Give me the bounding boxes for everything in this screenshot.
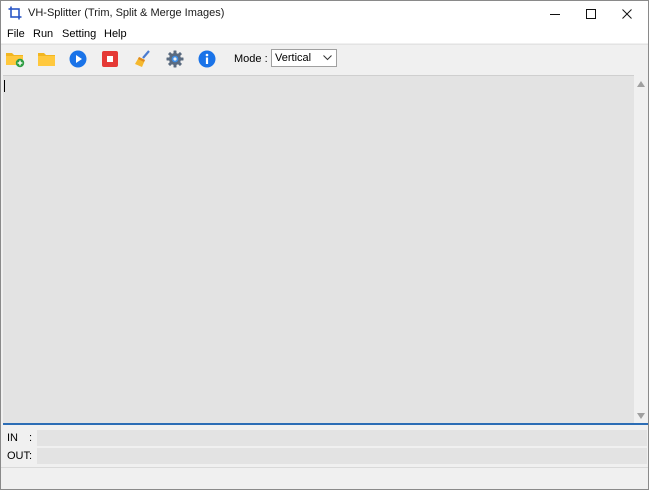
output-label: OUT [7, 450, 31, 462]
input-path-row: IN : [1, 429, 648, 447]
splitter-divider[interactable] [3, 423, 648, 425]
input-path-field [37, 430, 647, 446]
folder-icon [38, 53, 55, 66]
mode-label: Mode : [234, 53, 268, 65]
status-bar [1, 467, 648, 489]
app-icon [8, 6, 22, 20]
add-folder-button[interactable] [3, 48, 25, 70]
menu-run[interactable]: Run [33, 28, 53, 40]
clear-button[interactable] [132, 48, 154, 70]
play-icon [69, 50, 87, 68]
output-colon: : [29, 450, 33, 462]
menu-help[interactable]: Help [104, 28, 127, 40]
vertical-scrollbar[interactable] [634, 75, 648, 423]
title-bar[interactable]: VH-Splitter (Trim, Split & Merge Images) [1, 1, 648, 27]
scroll-up-arrow-icon[interactable] [637, 81, 645, 87]
chevron-down-icon [323, 55, 332, 61]
output-path-row: OUT : [1, 447, 648, 465]
stop-button[interactable] [99, 48, 121, 70]
mode-select[interactable]: Vertical [271, 49, 337, 67]
add-folder-icon [6, 53, 25, 68]
output-path-field [37, 448, 647, 464]
run-button[interactable] [67, 48, 89, 70]
close-icon [622, 9, 632, 19]
broom-icon [135, 50, 150, 67]
minimize-icon [550, 14, 560, 15]
input-colon: : [29, 432, 33, 444]
info-icon [198, 50, 216, 68]
minimize-button[interactable] [537, 1, 573, 27]
menu-file[interactable]: File [7, 28, 25, 40]
maximize-icon [586, 9, 596, 19]
input-label: IN [7, 432, 18, 444]
log-textarea[interactable] [3, 75, 634, 424]
open-folder-button[interactable] [35, 48, 57, 70]
about-button[interactable] [196, 48, 218, 70]
maximize-button[interactable] [573, 1, 609, 27]
stop-icon [102, 51, 118, 67]
mode-selected-value: Vertical [275, 52, 312, 64]
settings-button[interactable] [164, 48, 186, 70]
text-caret [4, 80, 5, 92]
scroll-down-arrow-icon[interactable] [637, 413, 645, 419]
app-window: VH-Splitter (Trim, Split & Merge Images)… [0, 0, 649, 490]
toolbar: Mode : Vertical [1, 44, 648, 73]
menu-setting[interactable]: Setting [62, 28, 96, 40]
gear-icon [166, 50, 184, 68]
menu-bar: File Run Setting Help [1, 27, 648, 43]
close-button[interactable] [609, 1, 645, 27]
window-title: VH-Splitter (Trim, Split & Merge Images) [28, 7, 225, 19]
